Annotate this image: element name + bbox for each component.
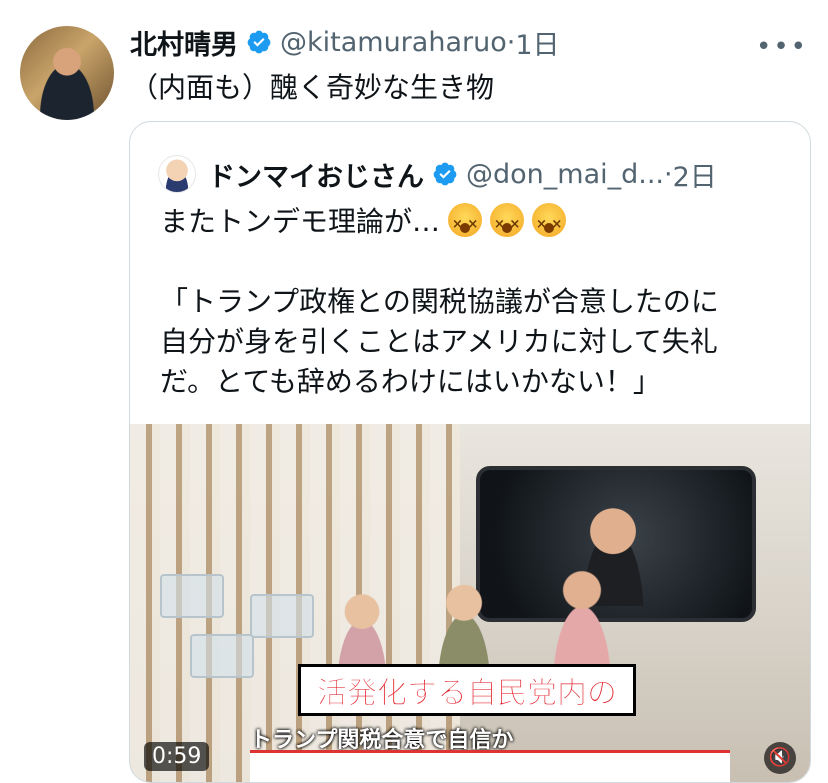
video-duration: 0:59 <box>144 742 210 771</box>
quoted-author-name[interactable]: ドンマイおじさん <box>208 155 424 194</box>
more-icon[interactable]: ••• <box>756 32 808 62</box>
speaker-muted-icon[interactable]: 🔇 <box>764 742 796 774</box>
separator-dot: · <box>506 26 516 58</box>
dizzy-face-emoji-icon <box>532 203 567 245</box>
author-name[interactable]: 北村晴男 <box>130 23 238 62</box>
video-player[interactable]: 活発化する自民党内の トランプ関税合意で自信か 0:59 🔇 <box>130 424 810 782</box>
dizzy-face-emoji-icon <box>490 203 525 245</box>
tweet-header: 北村晴男 @kitamuraharuo · 1日 <box>130 22 808 62</box>
quoted-text-line: だ。とても辞めるわけにはいかない！」 <box>160 365 661 398</box>
studio-decoration <box>160 574 224 618</box>
quoted-tweet[interactable]: ドンマイおじさん @don_mai_d... · 2日 またトンデモ理論が… 「… <box>129 121 811 783</box>
video-caption-bar <box>250 750 730 782</box>
tweet-timestamp[interactable]: 1日 <box>515 23 559 62</box>
verified-badge-icon <box>433 162 457 186</box>
quoted-tweet-header: ドンマイおじさん @don_mai_d... · 2日 <box>158 154 717 194</box>
author-handle[interactable]: @kitamuraharuo <box>280 27 507 58</box>
studio-decoration <box>250 594 314 638</box>
video-caption-main: 活発化する自民党内の <box>298 664 636 716</box>
quoted-text-line: 「トランプ政権との関税協議が合意したのに <box>160 285 719 318</box>
quoted-text-line: またトンデモ理論が… <box>160 202 567 245</box>
tweet-text: （内面も）醜く奇妙な生き物 <box>130 71 495 104</box>
separator-dot: · <box>664 158 673 190</box>
quoted-text-line: 自分が身を引くことはアメリカに対して失礼 <box>160 325 718 358</box>
dizzy-face-emoji-icon <box>448 203 483 245</box>
quoted-tweet-timestamp[interactable]: 2日 <box>673 155 717 194</box>
quoted-author-avatar[interactable] <box>158 155 196 193</box>
quoted-author-handle[interactable]: @don_mai_d... <box>466 159 664 190</box>
quoted-text-intro: またトンデモ理論が… <box>160 205 441 238</box>
studio-decoration <box>190 634 254 678</box>
verified-badge-icon <box>247 30 271 54</box>
author-avatar[interactable] <box>20 26 114 120</box>
